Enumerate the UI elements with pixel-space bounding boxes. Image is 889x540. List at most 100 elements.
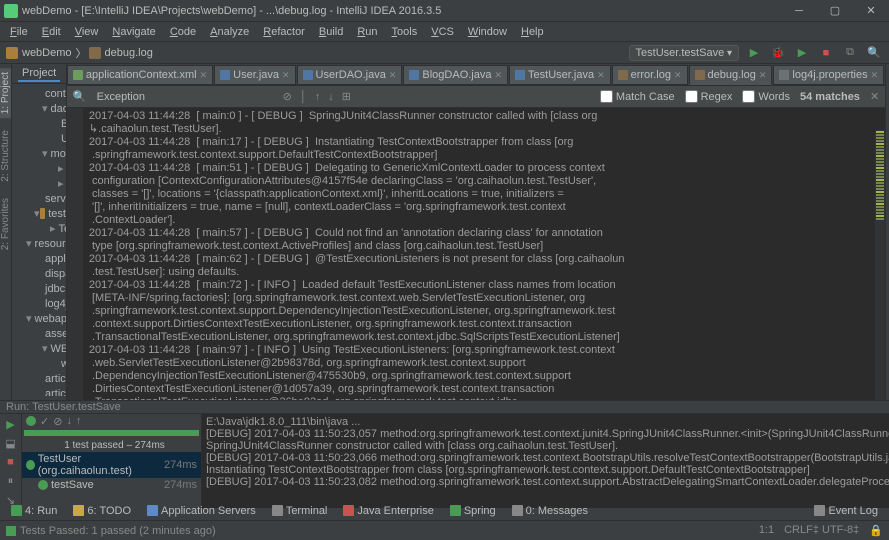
close-tab-icon[interactable]: ✕ — [674, 70, 682, 81]
tree-item[interactable]: BlogDAO — [12, 116, 66, 131]
menu-analyze[interactable]: Analyze — [204, 24, 255, 40]
tree-item[interactable]: dispatcher-servlet.xml — [12, 266, 66, 281]
editor-tab[interactable]: applicationContext.xml✕ — [67, 65, 213, 85]
editor-tab[interactable]: TestUser.java✕ — [509, 65, 611, 85]
toolwin-button[interactable]: Java Enterprise — [336, 503, 440, 519]
menu-tools[interactable]: Tools — [386, 24, 424, 40]
editor-tab[interactable]: log4j.properties✕ — [773, 65, 884, 85]
tree-item[interactable]: ▾test — [12, 206, 66, 221]
close-tab-icon[interactable]: ✕ — [389, 70, 397, 81]
menu-help[interactable]: Help — [515, 24, 550, 40]
tree-item[interactable]: articleList.jsp — [12, 386, 66, 396]
match-case-checkbox[interactable]: Match Case — [600, 90, 675, 103]
test-tree[interactable]: ✓⊘↓↑ 1 test passed – 274ms TestUser (org… — [22, 414, 202, 508]
tree-item[interactable]: applicationContext.xml — [12, 251, 66, 266]
prev-match-button[interactable]: ↑ — [315, 91, 321, 103]
run-config-select[interactable]: TestUser.testSave ▾ — [629, 45, 739, 61]
find-input[interactable] — [95, 89, 275, 105]
caret-position[interactable]: 1:1 — [759, 524, 774, 537]
close-tab-icon[interactable]: ✕ — [597, 70, 605, 81]
close-tab-icon[interactable]: ✕ — [871, 70, 879, 81]
tree-item[interactable]: web.xml — [12, 356, 66, 371]
toolwin-button[interactable]: 0: Messages — [505, 503, 595, 519]
lock-icon[interactable]: 🔒 — [869, 524, 883, 537]
editor-tab[interactable]: User.java✕ — [214, 65, 295, 85]
tree-item[interactable]: ▾resources — [12, 236, 66, 251]
toolwin-button[interactable]: Spring — [443, 503, 503, 519]
tree-item[interactable]: ▸TestUser — [12, 221, 66, 236]
toolwin-button[interactable]: Terminal — [265, 503, 335, 519]
menu-code[interactable]: Code — [164, 24, 202, 40]
tree-item[interactable]: controller — [12, 86, 66, 101]
tree-item[interactable]: article.jsp — [12, 371, 66, 386]
error-stripe[interactable] — [875, 130, 885, 400]
editor-content[interactable]: 2017-04-03 11:44:28 [ main:0 ] - [ DEBUG… — [67, 108, 885, 400]
menu-navigate[interactable]: Navigate — [106, 24, 161, 40]
side-tab[interactable]: 2: Favorites — [0, 194, 11, 254]
breadcrumb-project[interactable]: webDemo — [20, 47, 74, 59]
select-all-button[interactable]: ⊞ — [342, 90, 351, 103]
test-row[interactable]: TestUser (org.caihaolun.test)274ms — [22, 452, 201, 478]
menu-window[interactable]: Window — [462, 24, 513, 40]
close-find-icon[interactable]: ✕ — [870, 90, 879, 103]
menu-file[interactable]: File — [4, 24, 34, 40]
close-button[interactable]: ✕ — [857, 2, 885, 20]
tree-item[interactable]: ▸Blog — [12, 161, 66, 176]
editor-tab[interactable]: debug.log✕ — [689, 65, 773, 85]
close-tab-icon[interactable]: ✕ — [759, 70, 767, 81]
tree-item[interactable]: ▸User — [12, 176, 66, 191]
words-checkbox[interactable]: Words — [742, 90, 790, 103]
toolwin-button[interactable]: Application Servers — [140, 503, 263, 519]
stop-run-button[interactable]: ■ — [3, 454, 19, 470]
toggle-autoscroll-button[interactable]: ⬓ — [3, 435, 19, 451]
close-tab-icon[interactable]: ✕ — [282, 70, 290, 81]
clear-icon[interactable]: ⊘ — [283, 90, 292, 103]
toolwin-button[interactable]: 4: Run — [4, 503, 64, 519]
breadcrumb-file[interactable]: debug.log — [103, 47, 155, 59]
menu-run[interactable]: Run — [351, 24, 383, 40]
rerun-button[interactable]: ▶ — [3, 416, 19, 432]
menu-build[interactable]: Build — [313, 24, 349, 40]
tree-item[interactable]: jdbc.properties — [12, 281, 66, 296]
project-structure-button[interactable]: ⧉ — [841, 44, 859, 62]
log-line: 2017-04-03 11:44:28 [ main:51 ] - [ DEBU… — [69, 162, 885, 175]
tree-item[interactable]: UserDAO — [12, 131, 66, 146]
toolwin-button[interactable]: 6: TODO — [66, 503, 138, 519]
tree-item[interactable]: assets — [12, 326, 66, 341]
next-match-button[interactable]: ↓ — [328, 91, 334, 103]
menu-refactor[interactable]: Refactor — [257, 24, 311, 40]
side-tab[interactable]: 1: Project — [0, 68, 11, 118]
editor-tab[interactable]: BlogDAO.java✕ — [403, 65, 508, 85]
run-button[interactable]: ▶ — [745, 44, 763, 62]
menu-edit[interactable]: Edit — [36, 24, 67, 40]
console-output[interactable]: E:\Java\jdk1.8.0_111\bin\java ...[DEBUG]… — [202, 414, 889, 508]
event-log-button[interactable]: Event Log — [807, 503, 885, 519]
tree-item[interactable]: ▾webapp — [12, 311, 66, 326]
project-tree[interactable]: controller▾daoBlogDAOUserDAO▾model▸Blog▸… — [12, 84, 66, 396]
regex-checkbox[interactable]: Regex — [685, 90, 733, 103]
close-tab-icon[interactable]: ✕ — [494, 70, 502, 81]
menu-view[interactable]: View — [69, 24, 105, 40]
tree-item[interactable]: ▾model — [12, 146, 66, 161]
tree-item[interactable]: ▾WEB-INF — [12, 341, 66, 356]
menu-vcs[interactable]: VCS — [425, 24, 460, 40]
test-row[interactable]: testSave274ms — [22, 478, 201, 492]
coverage-button[interactable]: ▶ — [793, 44, 811, 62]
minimize-button[interactable]: ─ — [785, 2, 813, 20]
encoding-status[interactable]: CRLF‡ UTF-8‡ — [784, 524, 859, 537]
tree-item[interactable]: service — [12, 191, 66, 206]
search-button[interactable]: 🔍 — [865, 44, 883, 62]
status-message: Tests Passed: 1 passed (2 minutes ago) — [20, 525, 216, 537]
tree-item[interactable]: ▾dao — [12, 101, 66, 116]
close-tab-icon[interactable]: ✕ — [200, 70, 208, 81]
side-tab[interactable]: 2: Structure — [0, 126, 11, 186]
editor-tab[interactable]: error.log✕ — [612, 65, 688, 85]
stop-button[interactable]: ■ — [817, 44, 835, 62]
debug-button[interactable]: 🐞 — [769, 44, 787, 62]
dump-threads-button[interactable]: ⏸ — [3, 473, 19, 489]
run-toolbar: ▶ ⬓ ■ ⏸ ↘ — [0, 414, 22, 508]
maximize-button[interactable]: ▢ — [821, 2, 849, 20]
project-tab[interactable]: Project — [18, 66, 60, 82]
tree-item[interactable]: log4j.properties — [12, 296, 66, 311]
editor-tab[interactable]: UserDAO.java✕ — [297, 65, 403, 85]
